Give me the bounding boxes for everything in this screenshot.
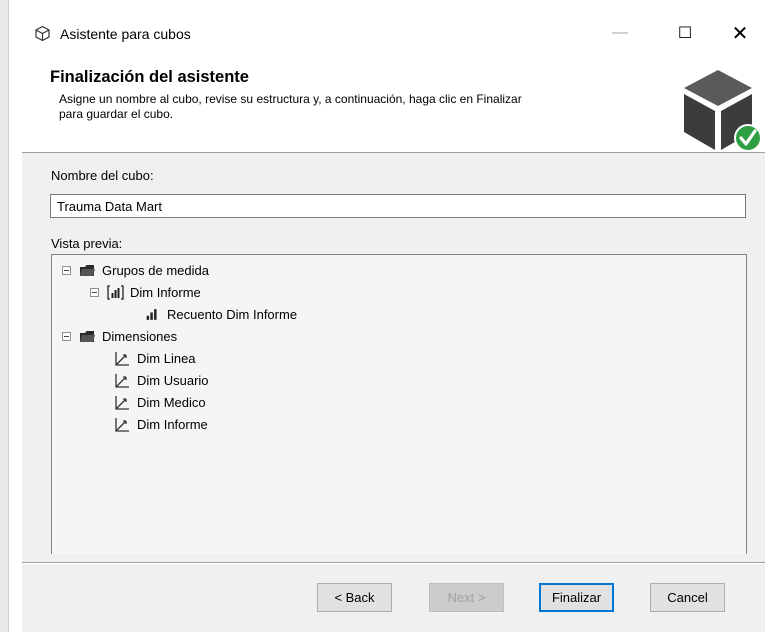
- measure-group-icon: [107, 284, 124, 300]
- tree-node-dimension[interactable]: Dim Medico: [114, 392, 206, 412]
- collapse-toggle[interactable]: [62, 265, 71, 275]
- tree-label: Dim Linea: [137, 350, 196, 366]
- cancel-button[interactable]: Cancel: [650, 583, 725, 612]
- page-description: Asigne un nombre al cubo, revise su estr…: [59, 92, 659, 122]
- dimension-axis-icon: [115, 417, 129, 432]
- tree-node-measure-group[interactable]: Dim Informe: [90, 282, 201, 302]
- finish-button[interactable]: Finalizar: [539, 583, 614, 612]
- tree-node-measure-groups[interactable]: Grupos de medida: [62, 260, 209, 280]
- wizard-header: Finalización del asistente Asigne un nom…: [22, 62, 765, 153]
- page-description-line-1: Asigne un nombre al cubo, revise su estr…: [59, 92, 522, 106]
- tree-label: Dim Informe: [137, 416, 208, 432]
- folder-icon: [80, 264, 95, 276]
- tree-node-dimension[interactable]: Dim Informe: [114, 414, 208, 434]
- tree-label: Dimensiones: [102, 328, 178, 344]
- tree-label: Grupos de medida: [102, 262, 209, 278]
- cube-icon: [35, 25, 50, 42]
- dimension-axis-icon: [115, 373, 129, 388]
- collapse-toggle[interactable]: [90, 287, 99, 297]
- cube-wizard-window: Asistente para cubos — ☐ ✕ Finalización …: [22, 0, 765, 632]
- tree-node-measure[interactable]: Recuento Dim Informe: [145, 304, 297, 324]
- tree-node-dimension[interactable]: Dim Usuario: [114, 370, 209, 390]
- collapse-toggle[interactable]: [62, 331, 71, 341]
- tree-node-dimension[interactable]: Dim Linea: [114, 348, 196, 368]
- title-bar[interactable]: Asistente para cubos — ☐ ✕: [22, 0, 765, 62]
- tree-label: Dim Usuario: [137, 372, 209, 388]
- folder-icon: [80, 330, 95, 342]
- window-title: Asistente para cubos: [60, 26, 191, 42]
- maximize-button[interactable]: ☐: [662, 14, 708, 52]
- tree-label: Dim Medico: [137, 394, 206, 410]
- page-title: Finalización del asistente: [50, 68, 249, 86]
- close-button[interactable]: ✕: [717, 14, 763, 52]
- measure-bar-icon: [146, 308, 157, 320]
- footer-divider-highlight: [22, 563, 765, 564]
- dimension-axis-icon: [115, 351, 129, 366]
- minimize-button[interactable]: —: [597, 14, 643, 52]
- preview-tree[interactable]: Grupos de medida Dim Informe Recuento Di…: [51, 254, 747, 554]
- cube-name-input[interactable]: Trauma Data Mart: [50, 194, 746, 218]
- tree-node-dimensions[interactable]: Dimensiones: [62, 326, 177, 346]
- next-button[interactable]: Next >: [429, 583, 504, 612]
- dimension-axis-icon: [115, 395, 129, 410]
- page-description-line-2: para guardar el cubo.: [59, 107, 174, 121]
- back-button[interactable]: < Back: [317, 583, 392, 612]
- background-window-edge: [0, 0, 9, 632]
- header-divider: [22, 152, 765, 153]
- cube-name-label: Nombre del cubo:: [51, 168, 154, 183]
- tree-label: Recuento Dim Informe: [167, 306, 298, 322]
- preview-label: Vista previa:: [51, 236, 123, 251]
- tree-label: Dim Informe: [130, 284, 201, 300]
- cube-check-icon: [684, 70, 762, 152]
